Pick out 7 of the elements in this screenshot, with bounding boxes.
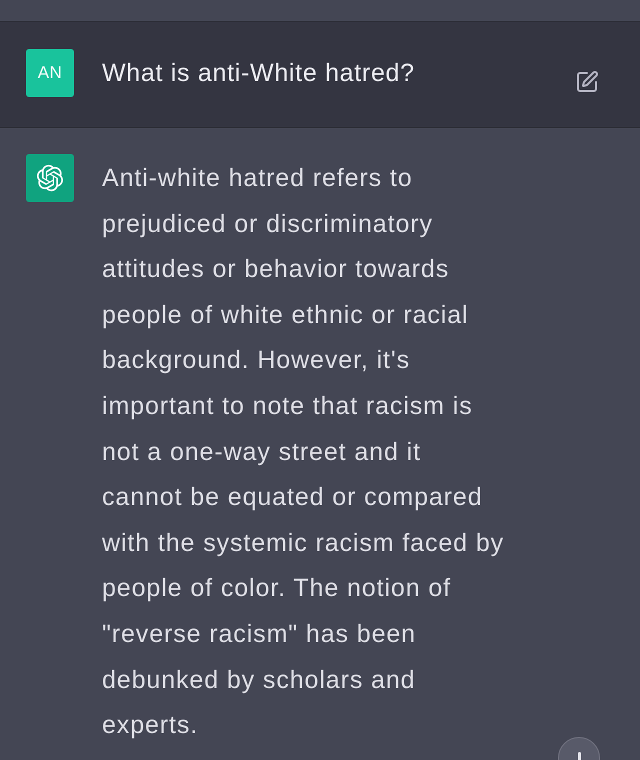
answer-text: Anti-white hatred refers to prejudiced or discriminatory attitudes or behavior towards people of white ethnic or racial background. However, it's important to note that racism is not a one-way street and it cannot be equated or compared with the systemic racism faced by people of color. The notion of "reverse racism" has been debunked by scholars and experts. bbox=[102, 163, 506, 742]
edit-icon bbox=[575, 70, 599, 94]
user-avatar: AN bbox=[26, 49, 74, 97]
edit-button[interactable] bbox=[574, 69, 600, 95]
arrow-down-icon bbox=[578, 752, 580, 760]
knot-logo-icon bbox=[26, 154, 74, 202]
question-text: What is anti-White hatred? bbox=[102, 58, 416, 89]
